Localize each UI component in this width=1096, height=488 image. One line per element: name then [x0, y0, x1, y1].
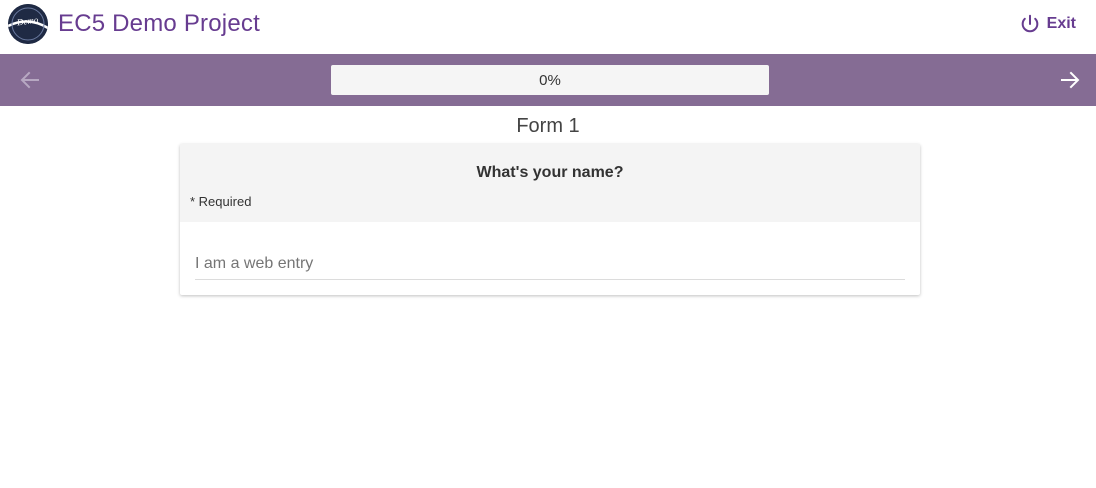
next-button[interactable]: [1058, 68, 1082, 92]
question-card: What's your name? * Required: [180, 144, 920, 295]
app-header: Demo EC5 Demo Project Exit: [0, 0, 1096, 54]
exit-label: Exit: [1046, 15, 1076, 32]
power-icon: [1021, 14, 1038, 33]
exit-button[interactable]: Exit: [1019, 12, 1076, 36]
navigation-toolbar: 0%: [0, 54, 1096, 106]
project-title: EC5 Demo Project: [58, 10, 260, 37]
arrow-left-icon: [20, 71, 39, 89]
previous-button[interactable]: [18, 68, 42, 92]
project-logo: Demo: [8, 4, 48, 44]
progress-bar: 0%: [331, 65, 769, 95]
question-text: What's your name?: [476, 164, 624, 181]
form-title: Form 1: [516, 115, 580, 137]
name-input[interactable]: [195, 248, 905, 280]
arrow-right-icon: [1061, 71, 1080, 89]
question-header: What's your name? * Required: [180, 144, 920, 222]
progress-label: 0%: [539, 72, 561, 89]
required-label: * Required: [190, 194, 252, 209]
